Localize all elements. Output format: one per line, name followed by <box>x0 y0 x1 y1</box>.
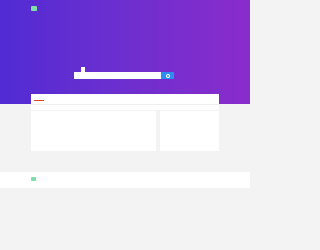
search-button[interactable] <box>161 72 174 79</box>
search-icon <box>165 73 170 78</box>
hero-banner <box>0 0 250 104</box>
active-underline <box>34 100 44 101</box>
site-logo[interactable] <box>31 4 38 12</box>
search-row <box>74 72 174 79</box>
search-box <box>74 67 174 80</box>
footer <box>0 172 250 188</box>
search-input[interactable] <box>74 72 161 79</box>
logo-mark <box>31 5 37 11</box>
info-row <box>31 104 219 110</box>
content-panel <box>31 111 156 151</box>
top-bar <box>0 0 250 18</box>
footer-logo-mark <box>31 177 36 181</box>
footer-logo[interactable] <box>31 177 37 181</box>
bottom-links <box>0 158 250 161</box>
main-panel-header <box>31 94 219 104</box>
side-panel <box>160 111 219 151</box>
